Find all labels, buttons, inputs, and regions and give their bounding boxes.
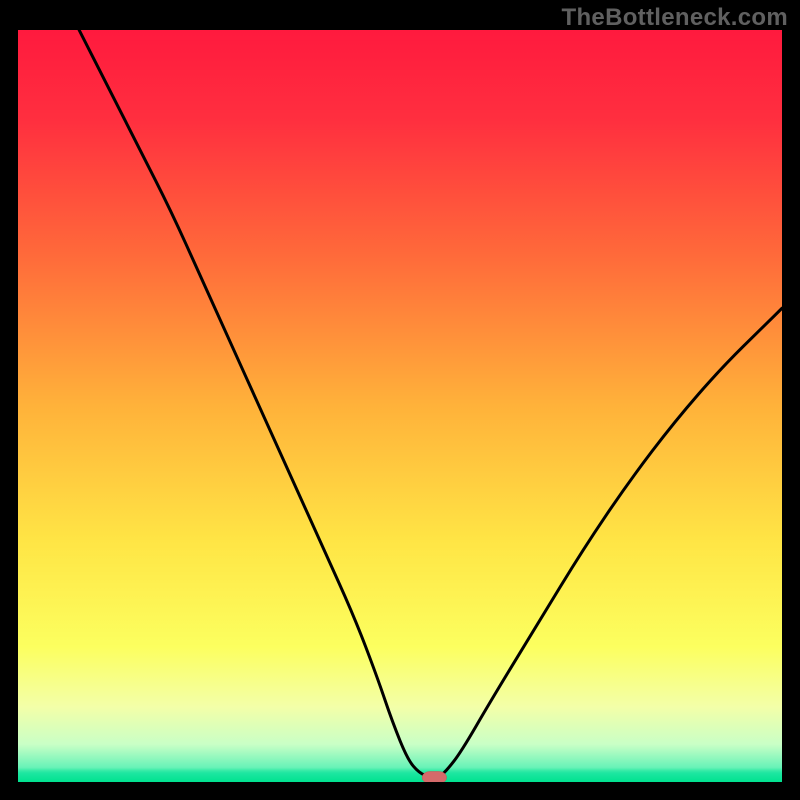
watermark-text: TheBottleneck.com (562, 4, 788, 32)
chart-frame: TheBottleneck.com (0, 0, 800, 800)
bottleneck-curve (79, 30, 782, 777)
bottleneck-curve-svg (18, 30, 782, 782)
plot-area (18, 30, 782, 782)
optimal-point-marker (422, 771, 446, 782)
